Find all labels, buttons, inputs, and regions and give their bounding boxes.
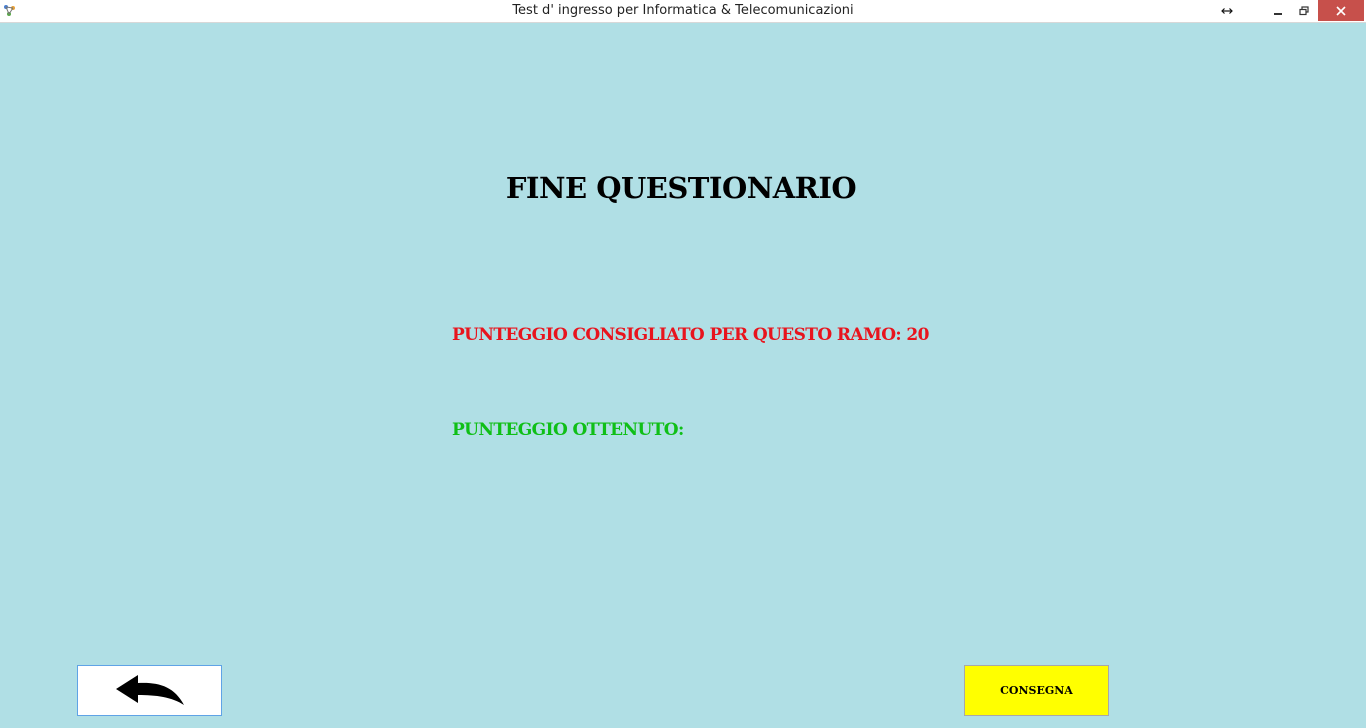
close-icon [1336,5,1346,16]
minimize-icon [1274,12,1282,15]
maximize-button[interactable] [1292,0,1316,21]
recommended-score-label: PUNTEGGIO CONSIGLIATO PER QUESTO RAMO: 2… [452,325,929,345]
close-button[interactable] [1318,0,1364,21]
minimize-button[interactable] [1266,0,1290,21]
title-bar: Test d' ingresso per Informatica & Telec… [0,0,1366,23]
back-button[interactable] [77,665,222,716]
resize-button[interactable] [1214,0,1240,21]
submit-button[interactable]: CONSEGNA [964,665,1109,716]
horizontal-resize-icon [1221,7,1233,14]
obtained-score-row: PUNTEGGIO OTTENUTO: [452,420,690,440]
main-panel: FINE QUESTIONARIO PUNTEGGIO CONSIGLIATO … [0,23,1366,728]
back-arrow-icon [115,674,184,705]
obtained-score-label: PUNTEGGIO OTTENUTO: [452,420,684,440]
restore-icon [1299,5,1309,15]
page-title: FINE QUESTIONARIO [505,171,857,205]
window-title: Test d' ingresso per Informatica & Telec… [512,3,854,18]
